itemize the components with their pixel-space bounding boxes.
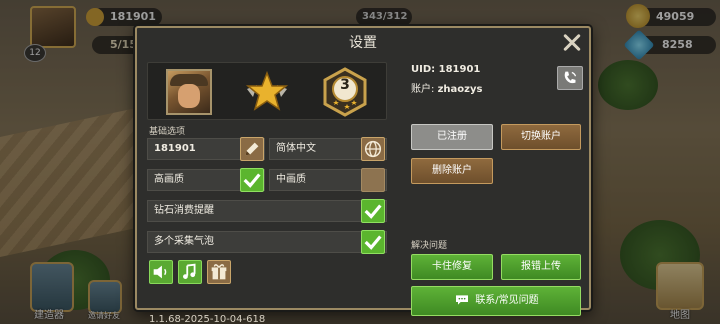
quality-high-check-icon[interactable] [240, 168, 264, 192]
contact-faq-label: 联系/常见问题 [475, 295, 539, 306]
solve-problems-label: 解决问题 [411, 241, 448, 251]
globe-icon[interactable] [361, 137, 385, 161]
stuck-fix-button[interactable]: 卡住修复 [411, 254, 493, 280]
diamond-reminder-field: 钻石消费提醒 [147, 200, 387, 222]
phone-icon[interactable] [557, 66, 583, 90]
star-rank-icon [245, 70, 289, 111]
switch-account-button[interactable]: 切换账户 [501, 124, 581, 150]
report-bug-button[interactable]: 报错上传 [501, 254, 581, 280]
music-icon[interactable] [178, 260, 202, 284]
right-panel: UID: 181901 账户: zhaozys 已注册 切换账户 删除账户 解决… [411, 62, 583, 316]
chat-icon [456, 295, 469, 305]
version-text: 1.1.68-2025-10-04-618 [149, 314, 266, 324]
basic-options-label: 基础选项 [149, 127, 186, 137]
delete-account-button[interactable]: 删除账户 [411, 158, 493, 184]
player-portrait[interactable] [166, 69, 212, 115]
multi-gather-field: 多个采集气泡 [147, 231, 387, 253]
contact-faq-button[interactable]: 联系/常见问题 [411, 286, 581, 316]
sound-icon[interactable] [149, 260, 173, 284]
multi-gather-check-icon[interactable] [361, 230, 385, 254]
settings-dialog: 设置 3 基础选项 181901 简体中文 高画质 中画质 钻石消费提醒 多个采… [135, 26, 591, 324]
quality-mid-checkbox[interactable] [361, 168, 385, 192]
pencil-icon[interactable] [240, 137, 264, 161]
level-badge-number: 3 [340, 77, 350, 93]
uid-text: UID: 181901 [411, 64, 481, 75]
close-icon[interactable] [559, 30, 585, 56]
account-name: zhaozys [437, 84, 483, 95]
account-prefix: 账户: [411, 84, 438, 95]
left-panel: 3 基础选项 181901 简体中文 高画质 中画质 钻石消费提醒 多个采集气泡 [147, 62, 391, 324]
dialog-title: 设置 [349, 35, 377, 51]
registered-button[interactable]: 已注册 [411, 124, 493, 150]
account-text: 账户: zhaozys [411, 80, 482, 95]
gift-icon[interactable] [207, 260, 231, 284]
profile-row: 3 [147, 62, 387, 120]
diamond-reminder-check-icon[interactable] [361, 199, 385, 223]
